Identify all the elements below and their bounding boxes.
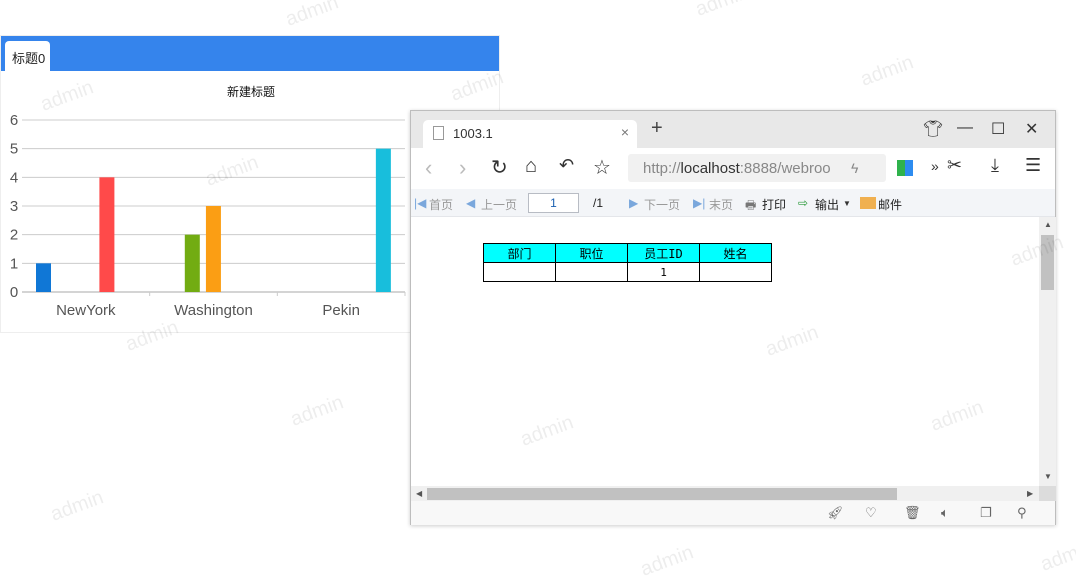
menu-icon[interactable]: ☰ xyxy=(1025,155,1041,176)
bar xyxy=(99,177,115,292)
scroll-up-icon[interactable]: ▲ xyxy=(1044,220,1052,229)
horizontal-scroll-thumb[interactable] xyxy=(427,488,897,500)
export-dropdown-icon[interactable]: ▼ xyxy=(843,199,851,208)
download-icon[interactable]: ⤓ xyxy=(991,155,999,176)
next-page-icon: ▶ xyxy=(629,196,639,210)
report-table: 部门 职位 员工ID 姓名 1 xyxy=(483,243,772,282)
address-row: ‹ › ↻ ⌂ ↶ ☆ http://localhost:8888/webroo… xyxy=(411,148,1055,189)
trash-icon[interactable]: 🗑︎ xyxy=(904,505,921,521)
url-host: localhost xyxy=(680,160,740,177)
scroll-right-icon[interactable]: ▶ xyxy=(1027,489,1033,498)
y-tick-label: 5 xyxy=(10,141,18,158)
tab-bar: 1003.1 × + 👕︎ — ☐ ✕ xyxy=(411,111,1055,148)
url-input[interactable]: http://localhost:8888/webroo xyxy=(628,154,886,182)
window-icon[interactable]: ❐ xyxy=(980,505,992,521)
more-icon[interactable]: » xyxy=(931,158,939,174)
status-bar: 🚀︎ ♡ 🗑︎ 🔈︎ ❐ ⚲ xyxy=(411,501,1055,525)
export-icon: ⇨ xyxy=(798,196,809,210)
url-prefix: http:// xyxy=(643,160,681,177)
y-tick-label: 1 xyxy=(10,255,18,272)
y-tick-label: 4 xyxy=(10,169,18,186)
mail-button[interactable]: 邮件 xyxy=(878,196,902,213)
close-window-icon[interactable]: ✕ xyxy=(1025,119,1038,139)
table-header-row: 部门 职位 员工ID 姓名 xyxy=(483,243,772,263)
home-icon[interactable]: ⌂ xyxy=(525,155,537,178)
watermark: admin xyxy=(692,0,752,21)
url-path: :8888/webroo xyxy=(739,160,831,177)
y-tick-label: 3 xyxy=(10,198,18,215)
vertical-scrollbar[interactable]: ▲ ▼ xyxy=(1039,217,1056,486)
skin-icon[interactable]: 👕︎ xyxy=(923,119,943,139)
column-header: 部门 xyxy=(483,243,556,263)
table-row: 1 xyxy=(483,262,772,282)
y-tick-label: 2 xyxy=(10,227,18,244)
minimize-icon[interactable]: — xyxy=(957,119,973,137)
favorite-star-icon[interactable]: ☆ xyxy=(593,155,611,180)
forward-icon[interactable]: › xyxy=(459,155,466,181)
health-icon[interactable]: ♡ xyxy=(865,505,877,521)
search-icon[interactable]: ⚲ xyxy=(1017,505,1027,521)
table-cell xyxy=(483,262,556,282)
page-number-input[interactable]: 1 xyxy=(528,193,579,213)
reload-icon[interactable]: ↻ xyxy=(491,155,508,180)
column-header: 职位 xyxy=(555,243,628,263)
volume-icon[interactable]: 🔈︎ xyxy=(941,505,949,521)
report-toolbar: |◀ 首页 ◀ 上一页 1 /1 ▶ 下一页 ▶| 末页 🖶︎ 打印 ⇨ 输出 … xyxy=(411,189,1055,217)
page-total: /1 xyxy=(593,196,604,210)
scrollbar-corner xyxy=(1039,486,1056,501)
lightning-icon[interactable]: ϟ xyxy=(851,160,858,176)
watermark: admin xyxy=(47,486,107,526)
scissors-icon[interactable]: ✂ xyxy=(947,155,962,176)
last-page-button[interactable]: 末页 xyxy=(709,196,733,213)
table-cell xyxy=(555,262,628,282)
y-tick-label: 0 xyxy=(10,284,18,301)
prev-page-button[interactable]: 上一页 xyxy=(481,196,517,213)
x-tick-label: NewYork xyxy=(56,302,116,319)
prev-page-icon: ◀ xyxy=(466,196,476,210)
watermark: admin xyxy=(1037,536,1076,576)
column-header: 员工ID xyxy=(627,243,700,263)
undo-icon[interactable]: ↶ xyxy=(559,155,574,176)
x-tick-label: Washington xyxy=(174,302,253,319)
bar xyxy=(205,206,221,292)
x-tick-label: Pekin xyxy=(322,302,360,319)
next-page-button[interactable]: 下一页 xyxy=(644,196,680,213)
watermark: admin xyxy=(637,541,697,581)
scroll-left-icon[interactable]: ◀ xyxy=(416,489,422,498)
first-page-icon: |◀ xyxy=(414,196,427,210)
browser-window: 1003.1 × + 👕︎ — ☐ ✕ ‹ › ↻ ⌂ ↶ ☆ http://l… xyxy=(410,110,1056,525)
export-button[interactable]: 输出 xyxy=(815,196,839,213)
close-tab-icon[interactable]: × xyxy=(621,124,629,140)
vertical-scroll-thumb[interactable] xyxy=(1041,235,1054,290)
table-cell xyxy=(699,262,772,282)
document-icon xyxy=(433,126,444,140)
browser-tab[interactable]: 1003.1 × xyxy=(423,120,637,148)
last-page-icon: ▶| xyxy=(693,196,706,210)
bar xyxy=(184,234,200,292)
bar xyxy=(36,263,51,292)
new-tab-icon[interactable]: + xyxy=(651,117,663,140)
print-button[interactable]: 打印 xyxy=(762,196,786,213)
bar xyxy=(375,148,391,292)
y-tick-label: 6 xyxy=(10,112,18,129)
rocket-icon[interactable]: 🚀︎ xyxy=(827,505,844,521)
scroll-down-icon[interactable]: ▼ xyxy=(1044,472,1052,481)
watermark: admin xyxy=(287,391,347,431)
apps-icon[interactable] xyxy=(897,160,913,176)
back-icon[interactable]: ‹ xyxy=(425,155,432,181)
tab-title: 1003.1 xyxy=(453,126,493,141)
horizontal-scrollbar[interactable]: ◀ ▶ xyxy=(411,486,1039,501)
table-cell: 1 xyxy=(627,262,700,282)
watermark: admin xyxy=(857,51,917,91)
column-header: 姓名 xyxy=(699,243,772,263)
mail-icon xyxy=(860,197,876,209)
first-page-button[interactable]: 首页 xyxy=(429,196,453,213)
maximize-icon[interactable]: ☐ xyxy=(991,119,1005,139)
printer-icon: 🖶︎ xyxy=(745,198,757,212)
report-content: 部门 职位 员工ID 姓名 1 xyxy=(411,217,1039,486)
